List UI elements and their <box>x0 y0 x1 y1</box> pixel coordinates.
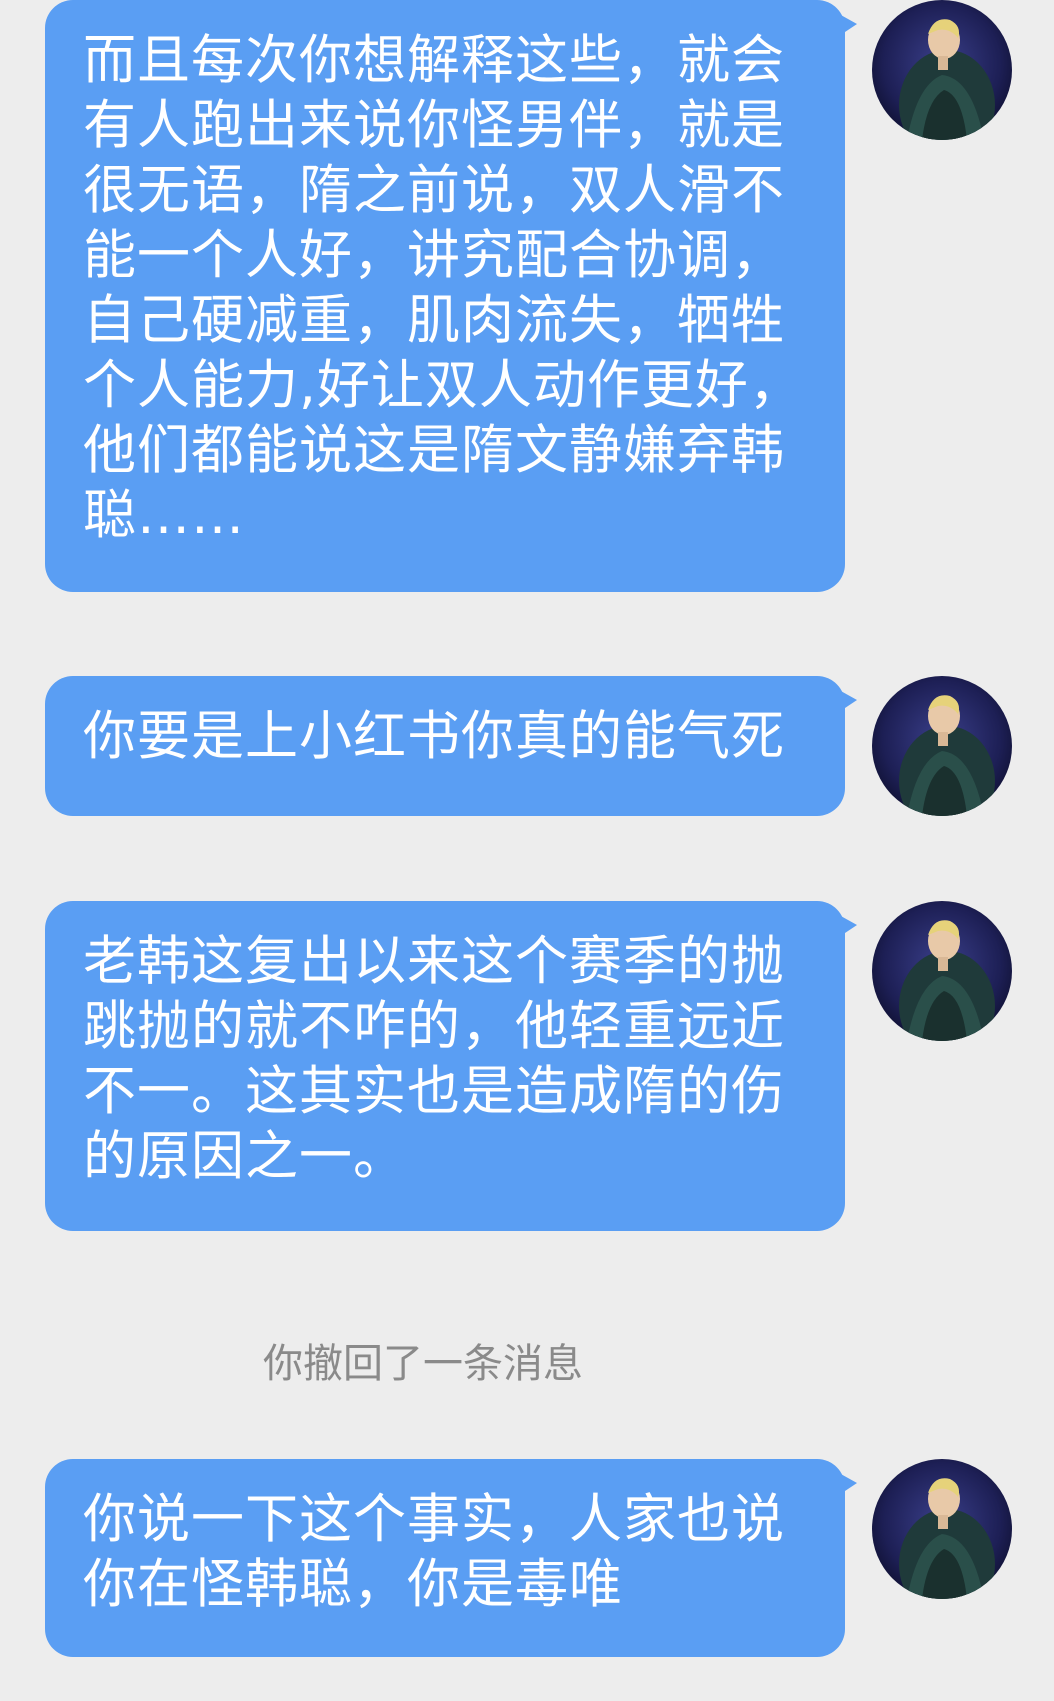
avatar[interactable] <box>872 901 1012 1041</box>
message-bubble[interactable]: 你要是上小红书你真的能气死 <box>45 676 857 816</box>
message-bubble[interactable]: 老韩这复出以来这个赛季的抛跳抛的就不咋的，他轻重远近不一。这其实也是造成隋的伤的… <box>45 901 857 1231</box>
avatar[interactable] <box>872 0 1012 140</box>
avatar-image <box>872 901 1012 1041</box>
avatar-image <box>872 676 1012 816</box>
message-bubble[interactable]: 而且每次你想解释这些，就会有人跑出来说你怪男伴，就是很无语，隋之前说，双人滑不能… <box>45 0 857 592</box>
bubble-tail <box>839 1473 857 1495</box>
message-text: 而且每次你想解释这些，就会有人跑出来说你怪男伴，就是很无语，隋之前说，双人滑不能… <box>83 30 803 546</box>
avatar-image <box>872 1459 1012 1599</box>
message-text: 你要是上小红书你真的能气死 <box>83 706 785 767</box>
bubble-tail <box>839 14 857 36</box>
avatar-image <box>872 0 1012 140</box>
avatar[interactable] <box>872 1459 1012 1599</box>
message-text: 老韩这复出以来这个赛季的抛跳抛的就不咋的，他轻重远近不一。这其实也是造成隋的伤的… <box>83 931 785 1187</box>
bubble-tail <box>839 915 857 937</box>
chat-view: 而且每次你想解释这些，就会有人跑出来说你怪男伴，就是很无语，隋之前说，双人滑不能… <box>0 0 1054 1701</box>
avatar[interactable] <box>872 676 1012 816</box>
message-text: 你说一下这个事实，人家也说你在怪韩聪，你是毒唯 <box>83 1489 785 1615</box>
recall-notice: 你撤回了一条消息 <box>263 1341 583 1387</box>
bubble-tail <box>839 690 857 712</box>
message-bubble[interactable]: 你说一下这个事实，人家也说你在怪韩聪，你是毒唯 <box>45 1459 857 1657</box>
